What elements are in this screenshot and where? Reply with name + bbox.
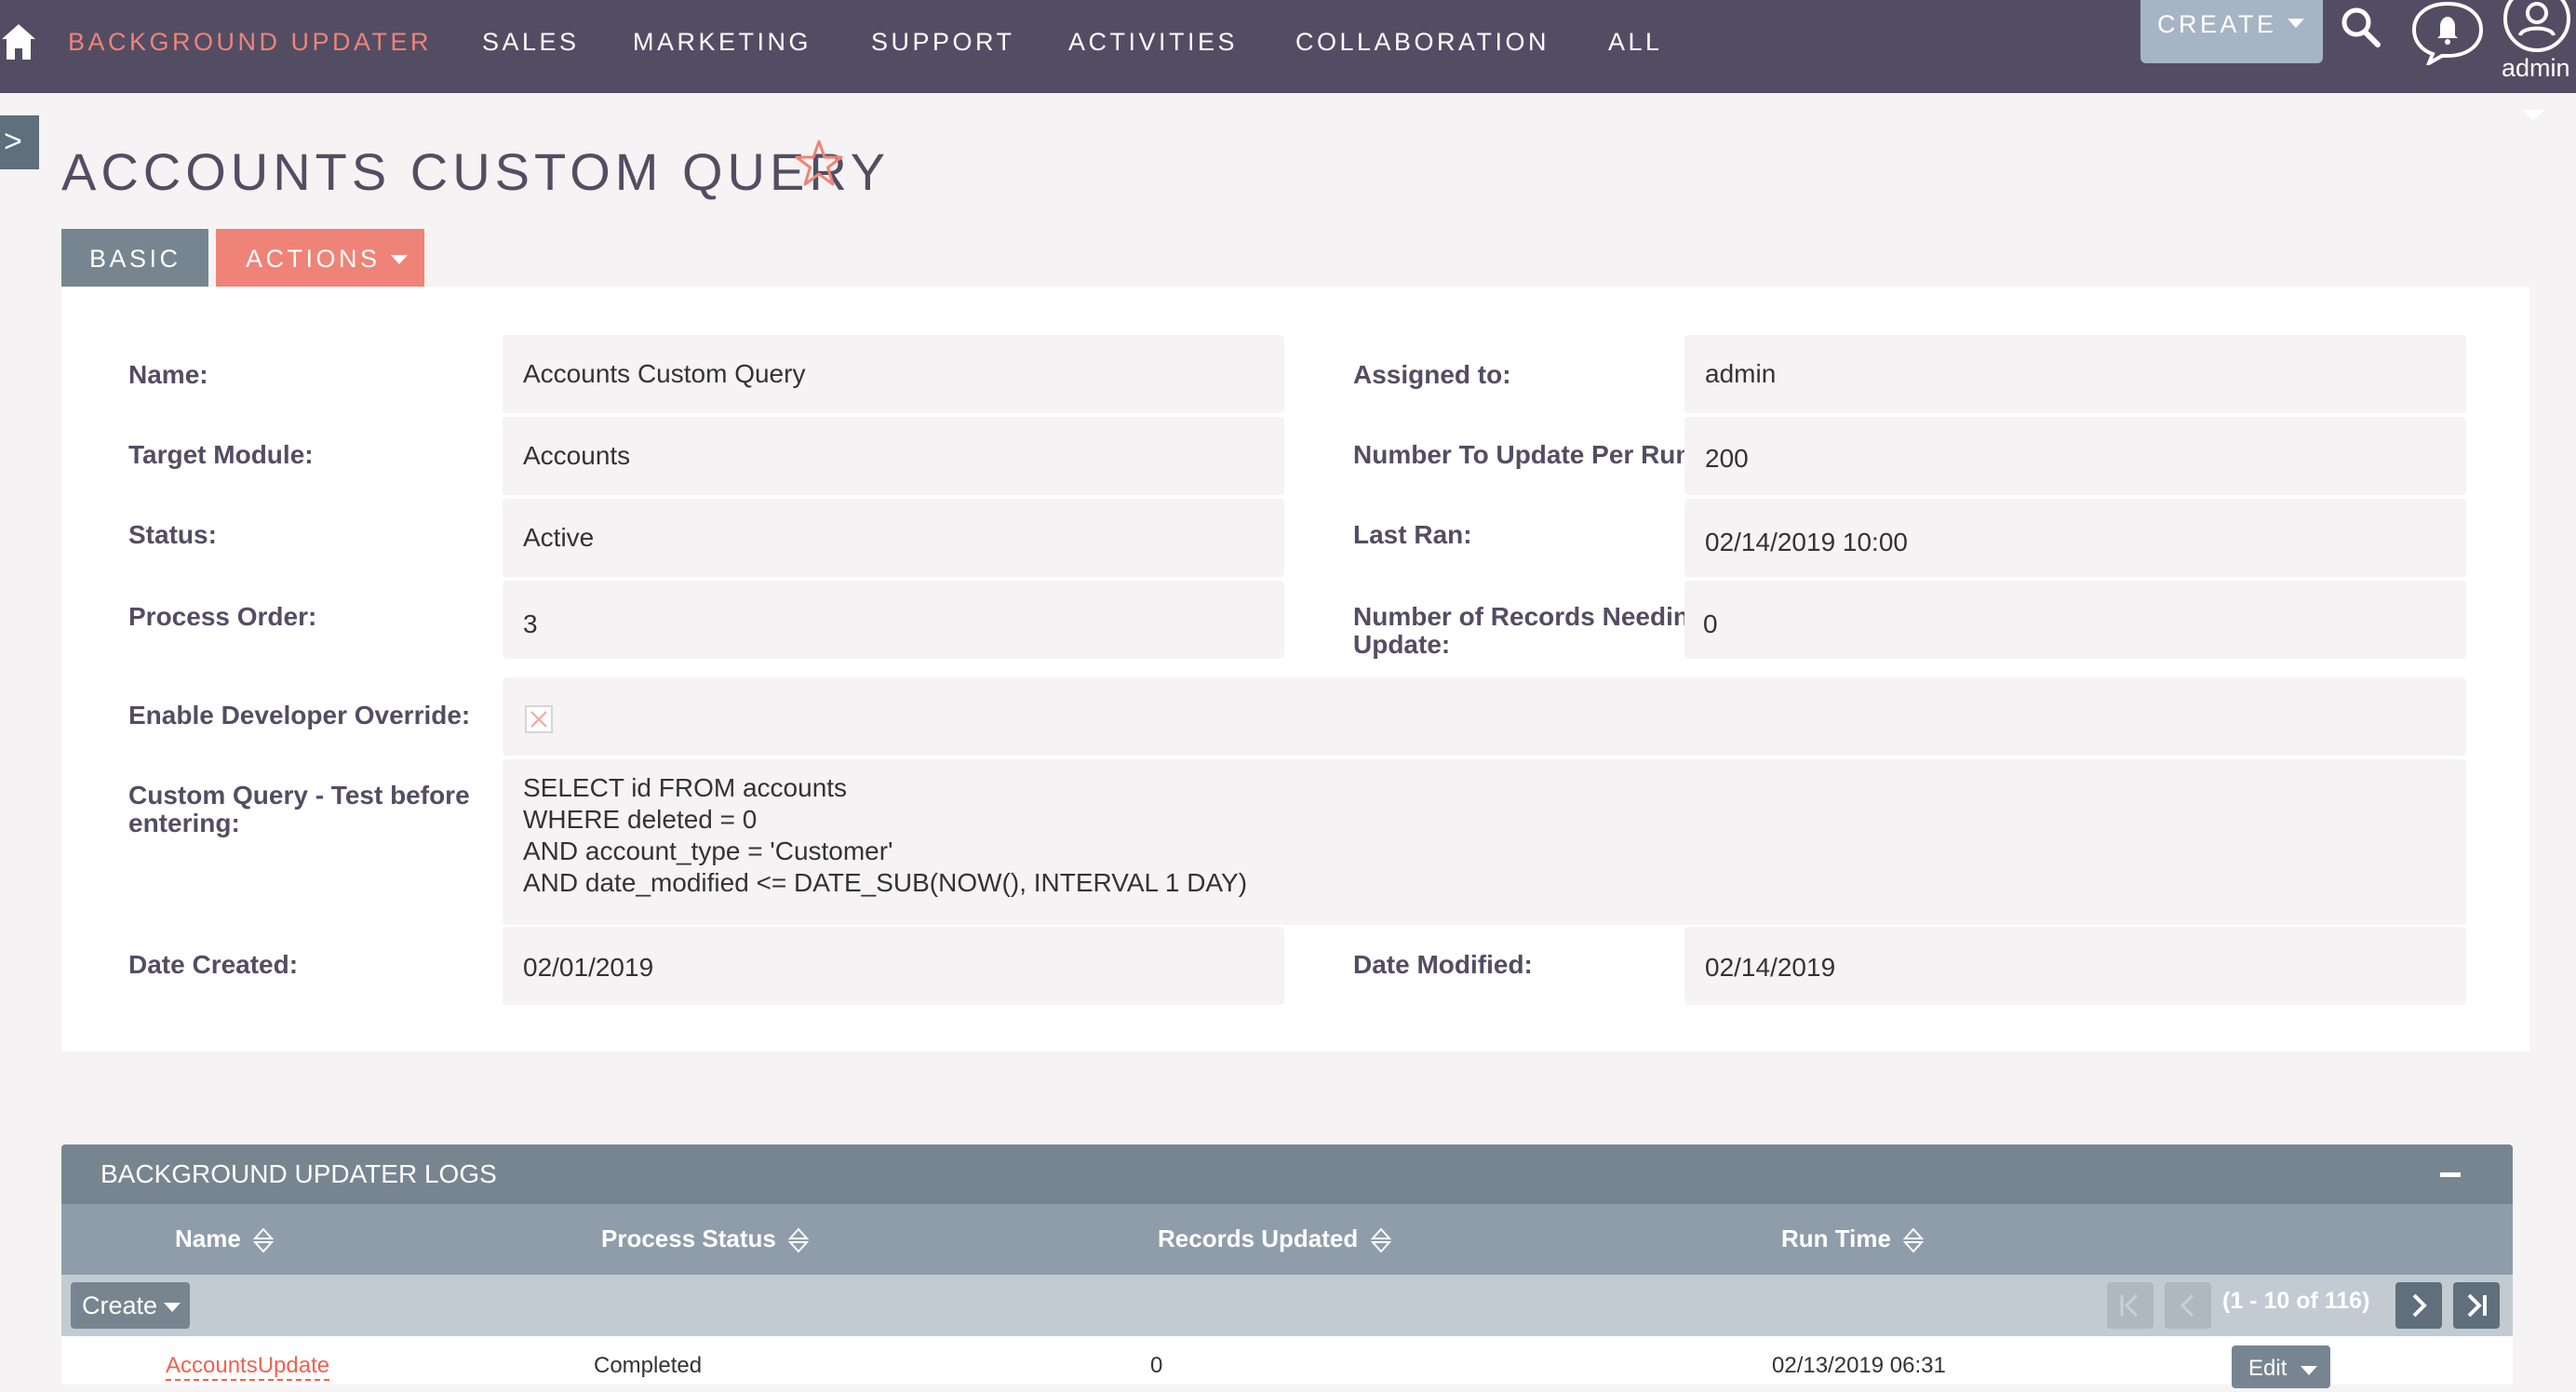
chevron-right-icon <box>2412 1293 2427 1318</box>
nav-item-support[interactable]: SUPPORT <box>871 28 1015 57</box>
last-page-icon <box>2467 1293 2487 1318</box>
row-edit-button[interactable]: Edit <box>2232 1345 2330 1388</box>
last-page-button[interactable] <box>2453 1282 2500 1329</box>
column-header-process-status[interactable]: Process Status <box>601 1225 810 1253</box>
process-order-value: 3 <box>503 581 1284 659</box>
target-module-label: Target Module: <box>128 440 314 469</box>
chevron-down-icon <box>391 255 408 264</box>
process-order-label: Process Order: <box>128 602 317 631</box>
sort-icon <box>253 1227 275 1253</box>
logs-create-button[interactable]: Create <box>71 1282 190 1329</box>
column-header-name-label: Name <box>175 1225 241 1252</box>
search-icon[interactable] <box>2340 4 2382 50</box>
date-created-value: 02/01/2019 <box>503 927 1284 1005</box>
name-label: Name: <box>128 360 208 389</box>
custom-query-label: Custom Query - Test before entering: <box>128 782 470 837</box>
custom-query-value: SELECT id FROM accounts WHERE deleted = … <box>503 759 2466 925</box>
home-icon[interactable] <box>0 20 37 63</box>
nav-item-background-updater[interactable]: BACKGROUND UPDATER <box>68 28 432 57</box>
query-line: AND date_modified <= DATE_SUB(NOW(), INT… <box>523 868 1248 897</box>
number-per-run-value: 200 <box>1684 417 2466 495</box>
assigned-to-label: Assigned to: <box>1353 360 1511 389</box>
first-page-icon <box>2120 1293 2139 1318</box>
nav-item-sales[interactable]: SALES <box>482 28 580 57</box>
developer-override-label: Enable Developer Override: <box>128 701 471 729</box>
nav-item-collaboration[interactable]: COLLABORATION <box>1295 28 1550 57</box>
column-header-run-time[interactable]: Run Time <box>1781 1225 1925 1253</box>
log-records-updated: 0 <box>1150 1353 1163 1378</box>
date-created-label: Date Created: <box>128 950 299 979</box>
log-name-link[interactable]: AccountsUpdate <box>166 1353 330 1381</box>
custom-query-label-line1: Custom Query - Test before <box>128 781 470 810</box>
column-header-process-status-label: Process Status <box>601 1225 776 1252</box>
sidebar-toggle-button[interactable]: > <box>0 115 39 169</box>
create-button-label: CREATE <box>2157 10 2277 38</box>
records-needing-update-label-line1: Number of Records Needing <box>1353 602 1706 631</box>
sort-icon <box>1903 1227 1925 1253</box>
logs-subpanel-header[interactable]: BACKGROUND UPDATER LOGS <box>61 1144 2513 1204</box>
tab-actions[interactable]: ACTIONS <box>216 229 424 287</box>
query-line: WHERE deleted = 0 <box>523 805 758 834</box>
chevron-down-icon <box>2301 1366 2317 1375</box>
last-ran-value: 02/14/2019 10:00 <box>1684 499 2466 577</box>
star-outline-icon[interactable] <box>793 138 845 190</box>
custom-query-label-line2: entering: <box>128 809 240 837</box>
sort-icon <box>1370 1227 1391 1253</box>
target-module-value: Accounts <box>503 417 1284 495</box>
chevron-down-icon <box>164 1303 181 1312</box>
detail-panel: Name: Accounts Custom Query Assigned to:… <box>61 287 2529 1051</box>
date-modified-value: 02/14/2019 <box>1684 927 2466 1005</box>
collapse-minus-icon[interactable] <box>2440 1172 2461 1177</box>
next-page-button[interactable] <box>2395 1282 2442 1329</box>
tab-actions-label: ACTIONS <box>246 245 381 273</box>
column-header-run-time-label: Run Time <box>1781 1225 1891 1252</box>
number-per-run-label: Number To Update Per Run: <box>1353 440 1700 469</box>
date-modified-label: Date Modified: <box>1353 950 1533 979</box>
previous-page-button[interactable] <box>2165 1282 2211 1329</box>
user-menu-caret-icon[interactable] <box>2522 110 2544 121</box>
logs-create-label: Create <box>82 1292 158 1319</box>
query-line: SELECT id FROM accounts <box>523 773 848 802</box>
chevron-down-icon <box>2288 19 2304 28</box>
column-header-records-updated-label: Records Updated <box>1158 1225 1359 1252</box>
sort-icon <box>788 1227 810 1253</box>
top-navigation-bar: BACKGROUND UPDATER SALES MARKETING SUPPO… <box>0 0 2576 93</box>
logs-subpanel-title: BACKGROUND UPDATER LOGS <box>101 1159 497 1188</box>
last-ran-label: Last Ran: <box>1353 520 1472 549</box>
user-avatar-icon[interactable] <box>2500 0 2574 52</box>
pagination-count: (1 - 10 of 116) <box>2222 1288 2370 1314</box>
logs-toolbar: Create (1 - 10 of 116) <box>61 1275 2513 1336</box>
nav-item-activities[interactable]: ACTIVITIES <box>1068 28 1238 57</box>
status-label: Status: <box>128 520 217 549</box>
user-menu-label[interactable]: admin <box>2502 54 2570 83</box>
records-needing-update-value: 0 <box>1684 581 2466 659</box>
row-edit-label: Edit <box>2248 1356 2288 1381</box>
column-header-name[interactable]: Name <box>175 1225 275 1253</box>
name-value: Accounts Custom Query <box>503 335 1284 413</box>
nav-item-marketing[interactable]: MARKETING <box>633 28 812 57</box>
query-line: AND account_type = 'Customer' <box>523 837 893 865</box>
column-header-records-updated[interactable]: Records Updated <box>1158 1225 1391 1253</box>
status-value: Active <box>503 499 1284 577</box>
log-process-status: Completed <box>594 1353 703 1378</box>
records-needing-update-label: Number of Records Needing Update: <box>1353 603 1705 659</box>
assigned-to-value: admin <box>1684 335 2466 413</box>
notification-bell-icon[interactable] <box>2410 0 2485 68</box>
page-title: ACCOUNTS CUSTOM QUERY <box>61 142 891 201</box>
logs-column-headers: Name Process Status Records Updated Run … <box>61 1204 2513 1275</box>
records-needing-update-label-line2: Update: <box>1353 630 1451 659</box>
log-run-time: 02/13/2019 06:31 <box>1772 1353 1946 1378</box>
first-page-button[interactable] <box>2107 1282 2153 1329</box>
table-row: AccountsUpdate Completed 0 02/13/2019 06… <box>61 1336 2513 1388</box>
developer-override-field <box>503 677 2466 756</box>
create-button[interactable]: CREATE <box>2140 0 2323 63</box>
tab-basic[interactable]: BASIC <box>61 229 208 287</box>
chevron-left-icon <box>2180 1293 2194 1318</box>
nav-item-all[interactable]: ALL <box>1608 28 1663 57</box>
developer-override-checkbox[interactable] <box>525 705 553 733</box>
